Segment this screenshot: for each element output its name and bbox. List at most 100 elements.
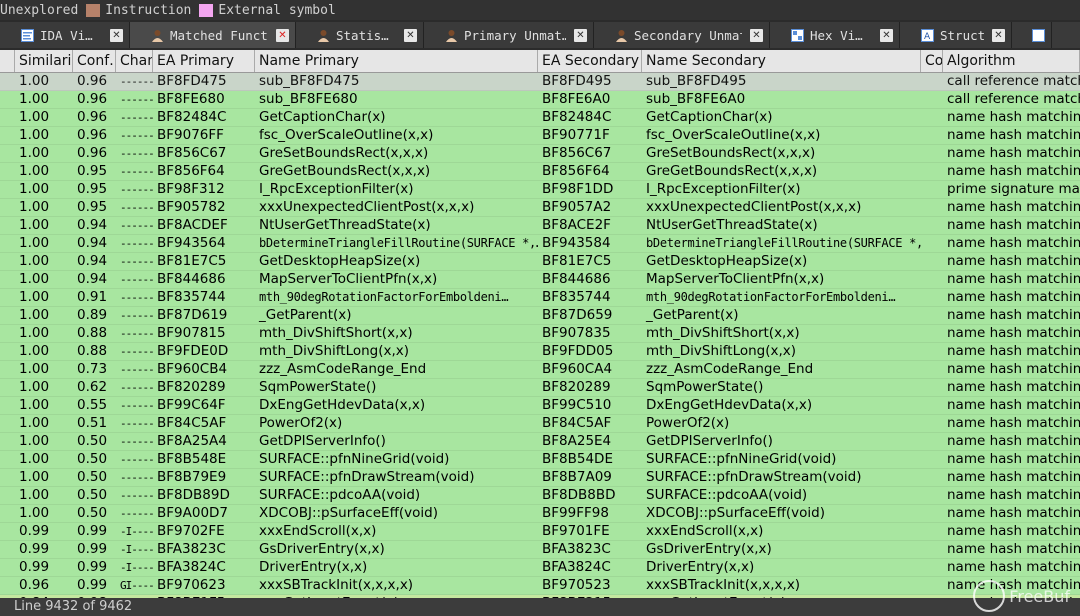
table-row[interactable]: 1.00 0.89 ------- BF87D619 _GetParent(x) BF87…	[0, 307, 1080, 325]
row-gutter	[0, 505, 15, 522]
column-header[interactable]: Algorithm	[943, 50, 1080, 72]
cell-ns: GetDesktopHeapSize(x)	[646, 253, 808, 269]
column-header[interactable]: Similari…	[15, 50, 73, 72]
cell-ns: sub_BF8FD495	[646, 73, 747, 89]
tab-statis[interactable]: Statis… ✕	[296, 22, 424, 48]
cell-eap: BF87D619	[157, 307, 228, 323]
table-row[interactable]: 1.00 0.88 ------- BF907815 mth_DivShiftShort…	[0, 325, 1080, 343]
table-row[interactable]: 1.00 0.62 ------- BF820289 SqmPowerState() BF…	[0, 379, 1080, 397]
table-row[interactable]: 1.00 0.73 ------- BF960CB4 zzz_AsmCodeRange_…	[0, 361, 1080, 379]
table-row[interactable]: 1.00 0.94 ------- BF844686 MapServerToClient…	[0, 271, 1080, 289]
cell-eas: BF856F64	[542, 163, 610, 179]
column-header[interactable]: Co…	[921, 50, 943, 72]
cell-chan: -------	[120, 147, 153, 160]
tab-ida-vi[interactable]: IDA Vi… ✕	[0, 22, 130, 48]
cell-chan: -------	[120, 363, 153, 376]
table-row[interactable]: 1.00 0.88 ------- BF9FDE0D mth_DivShiftLong(…	[0, 343, 1080, 361]
cell-np: PowerOf2(x)	[259, 415, 343, 431]
cell-eap: BF960CB4	[157, 361, 228, 377]
column-header[interactable]: Conf…	[73, 50, 116, 72]
table-row[interactable]: 1.00 0.95 ------- BF98F312 I_RpcExceptionFil…	[0, 181, 1080, 199]
cell-eap: BF835744	[157, 289, 226, 305]
row-gutter	[0, 451, 15, 468]
legend-item: Instruction	[84, 3, 191, 18]
table-row[interactable]: 1.00 0.96 ------- BF8FE680 sub_BF8FE680 BF8FE…	[0, 91, 1080, 109]
cell-np: mth_90degRotationFactorForEmboldeni…	[259, 290, 509, 304]
row-gutter	[0, 73, 15, 90]
close-tab-icon[interactable]: ✕	[574, 28, 587, 42]
cell-conf: 0.96	[77, 73, 108, 89]
watermark-text: FreeBuf	[1009, 586, 1070, 606]
cell-eas: BF820289	[542, 379, 611, 395]
table-row[interactable]: 1.00 0.94 ------- BF81E7C5 GetDesktopHeapSiz…	[0, 253, 1080, 271]
cell-conf: 0.50	[77, 469, 108, 485]
cell-np: GetDPIServerInfo()	[259, 433, 386, 449]
table-row[interactable]: 1.00 0.95 ------- BF856F64 GreGetBoundsRect(…	[0, 163, 1080, 181]
cell-np: GreSetBoundsRect(x,x,x)	[259, 145, 429, 161]
cell-eas: BFA3824C	[542, 559, 611, 575]
close-tab-icon[interactable]: ✕	[992, 28, 1005, 42]
cell-sim: 1.00	[19, 73, 50, 89]
cell-np: SURFACE::pfnDrawStream(void)	[259, 469, 475, 485]
table-row[interactable]: 1.00 0.94 ------- BF943564 bDetermineTriangl…	[0, 235, 1080, 253]
cell-np: GetCaptionChar(x)	[259, 109, 386, 125]
svg-text:A: A	[924, 32, 931, 42]
table-row[interactable]: 1.00 0.96 ------- BF9076FF fsc_OverScaleOutl…	[0, 127, 1080, 145]
tab-label: Secondary Unmat…	[634, 27, 742, 43]
cell-eas: BF98F1DD	[542, 181, 614, 197]
tab-matched-funct[interactable]: Matched Funct… ✕	[130, 22, 296, 48]
cell-alg: name hash matching	[947, 127, 1080, 143]
tab-primary-unmat[interactable]: Primary Unmat… ✕	[424, 22, 594, 48]
cell-conf: 0.50	[77, 505, 108, 521]
cell-conf: 0.96	[77, 91, 108, 107]
cell-sim: 1.00	[19, 505, 50, 521]
tab-struct[interactable]: A Struct… ✕	[900, 22, 1012, 48]
cell-eap: BF84C5AF	[157, 415, 227, 431]
cell-eap: BF8ACDEF	[157, 217, 228, 233]
table-row[interactable]: 1.00 0.55 ------- BF99C64F DxEngGetHdevData(…	[0, 397, 1080, 415]
cell-comment	[921, 325, 943, 342]
tab-hex-vi[interactable]: Hex Vi… ✕	[770, 22, 900, 48]
table-row[interactable]: 0.96 0.99 GI----- BF970623 xxxSBTrackInit(x,…	[0, 577, 1080, 595]
tab-secondary-unmat[interactable]: Secondary Unmat… ✕	[594, 22, 770, 48]
cell-sim: 1.00	[19, 469, 50, 485]
table-row[interactable]: 1.00 0.94 ------- BF8ACDEF NtUserGetThreadSt…	[0, 217, 1080, 235]
table-row[interactable]: 1.00 0.50 ------- BF8DB89D SURFACE::pdcoAA(v…	[0, 487, 1080, 505]
close-tab-icon[interactable]: ✕	[880, 28, 893, 42]
cell-conf: 0.88	[77, 325, 108, 341]
table-row[interactable]: 1.00 0.96 ------- BF82484C GetCaptionChar(x)…	[0, 109, 1080, 127]
cell-comment	[921, 469, 943, 486]
table-row[interactable]: 1.00 0.51 ------- BF84C5AF PowerOf2(x) BF84C5…	[0, 415, 1080, 433]
table-row[interactable]: 1.00 0.96 ------- BF8FD475 sub_BF8FD475 BF8FD…	[0, 73, 1080, 91]
table-row[interactable]: 1.00 0.50 ------- BF8B79E9 SURFACE::pfnDrawS…	[0, 469, 1080, 487]
cell-comment	[921, 487, 943, 504]
column-header[interactable]: Name Secondary	[642, 50, 921, 72]
table-row[interactable]: 1.00 0.96 ------- BF856C67 GreSetBoundsRect(…	[0, 145, 1080, 163]
column-header[interactable]: EA Secondary	[538, 50, 642, 72]
close-tab-icon[interactable]: ✕	[110, 28, 123, 42]
table-row[interactable]: 1.00 0.50 ------- BF8A25A4 GetDPIServerInfo(…	[0, 433, 1080, 451]
cell-comment	[921, 181, 943, 198]
close-tab-icon[interactable]: ✕	[276, 28, 289, 42]
close-tab-icon[interactable]: ✕	[404, 28, 417, 42]
cell-conf: 0.62	[77, 379, 108, 395]
column-header[interactable]: Name Primary	[255, 50, 538, 72]
table-row[interactable]: 0.99 0.99 -I----- BF9702FE xxxEndScroll(x,x)…	[0, 523, 1080, 541]
cell-chan: -------	[120, 399, 153, 412]
cell-sim: 1.00	[19, 289, 50, 305]
cell-sim: 1.00	[19, 253, 50, 269]
table-row[interactable]: 0.99 0.99 -I----- BFA3824C DriverEntry(x,x) B…	[0, 559, 1080, 577]
table-row[interactable]: 1.00 0.91 ------- BF835744 mth_90degRotation…	[0, 289, 1080, 307]
column-header[interactable]: Chan…	[116, 50, 153, 72]
cell-eas: BF960CA4	[542, 361, 613, 377]
cell-chan: -------	[120, 219, 153, 232]
column-header[interactable]: EA Primary	[153, 50, 255, 72]
cell-comment	[921, 235, 943, 252]
table-row[interactable]: 1.00 0.95 ------- BF905782 xxxUnexpectedClie…	[0, 199, 1080, 217]
tab-e[interactable]: E	[1012, 22, 1052, 48]
table-row[interactable]: 1.00 0.50 ------- BF9A00D7 XDCOBJ::pSurfaceE…	[0, 505, 1080, 523]
tab-label: Statis…	[336, 27, 389, 43]
table-row[interactable]: 0.99 0.99 -I----- BFA3823C GsDriverEntry(x,x…	[0, 541, 1080, 559]
close-tab-icon[interactable]: ✕	[750, 28, 763, 42]
table-row[interactable]: 1.00 0.50 ------- BF8B548E SURFACE::pfnNineG…	[0, 451, 1080, 469]
